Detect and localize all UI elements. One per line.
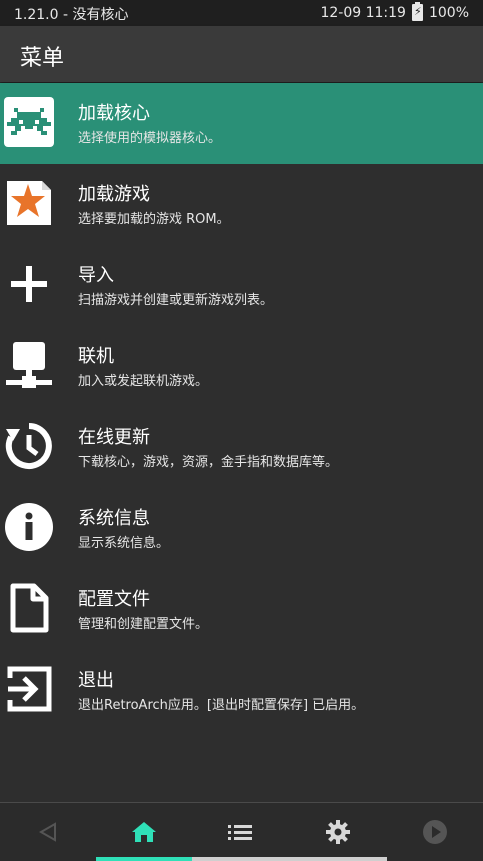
menu-item-description: 选择使用的模拟器核心。 (78, 131, 222, 146)
retroarch-invader-icon (4, 97, 54, 147)
page-title: 菜单 (20, 46, 65, 71)
title-bar: 菜单 (0, 26, 483, 82)
menu-item-description: 退出RetroArch应用。[退出时配置保存] 已启用。 (78, 698, 365, 713)
menu-item-online-updater[interactable]: 在线更新 下载核心，游戏，资源，金手指和数据库等。 (0, 407, 483, 488)
status-left-text: 1.21.0 - 没有核心 (14, 7, 129, 23)
battery-icon: ⚡ (411, 2, 423, 21)
back-button[interactable] (0, 803, 96, 861)
settings-tab[interactable] (290, 803, 386, 861)
play-button[interactable] (387, 803, 483, 861)
menu-item-label: 联机 (78, 346, 114, 367)
list-icon (228, 825, 252, 840)
battery-level: 100% (428, 4, 469, 21)
file-icon (10, 583, 49, 633)
menu-item-description: 扫描游戏并创建或更新游戏列表。 (78, 293, 274, 308)
menu-item-description: 显示系统信息。 (78, 536, 170, 551)
tab-indicator-track (192, 857, 387, 861)
active-tab-indicator (96, 857, 192, 861)
exit-icon (7, 666, 52, 712)
menu-item-label: 配置文件 (78, 589, 150, 610)
settings-icon (326, 820, 350, 844)
menu-item-description: 管理和创建配置文件。 (78, 617, 209, 632)
menu-item-import[interactable]: 导入 扫描游戏并创建或更新游戏列表。 (0, 245, 483, 326)
update-clock-icon (5, 423, 52, 469)
menu-item-netplay[interactable]: 联机 加入或发起联机游戏。 (0, 326, 483, 407)
network-icon (6, 342, 52, 388)
menu-item-system-info[interactable]: 系统信息 显示系统信息。 (0, 488, 483, 569)
status-bar: 1.21.0 - 没有核心 12-09 11:19 ⚡ 100% (0, 0, 483, 26)
home-tab[interactable] (96, 803, 192, 861)
menu-item-quit[interactable]: 退出 退出RetroArch应用。[退出时配置保存] 已启用。 (0, 650, 483, 731)
menu-item-label: 加载游戏 (78, 184, 150, 205)
info-icon (5, 503, 53, 551)
menu-item-description: 下载核心，游戏，资源，金手指和数据库等。 (78, 455, 339, 470)
main-menu: 加载核心 选择使用的模拟器核心。 加载游戏 选择要加载的游戏 ROM。 导入 扫… (0, 83, 483, 731)
back-icon (38, 822, 56, 842)
menu-item-label: 加载核心 (78, 103, 150, 124)
play-icon (423, 820, 447, 844)
menu-item-label: 系统信息 (78, 508, 150, 529)
list-tab[interactable] (192, 803, 288, 861)
menu-item-load-content[interactable]: 加载游戏 选择要加载的游戏 ROM。 (0, 164, 483, 245)
menu-item-load-core[interactable]: 加载核心 选择使用的模拟器核心。 (0, 83, 483, 164)
status-right: 12-09 11:19 ⚡ 100% (320, 2, 469, 21)
star-file-icon (7, 181, 51, 225)
menu-item-label: 退出 (78, 670, 114, 691)
home-icon (132, 822, 156, 842)
bottom-nav (0, 802, 483, 861)
menu-item-description: 加入或发起联机游戏。 (78, 374, 209, 389)
menu-item-description: 选择要加载的游戏 ROM。 (78, 212, 230, 227)
menu-item-label: 在线更新 (78, 427, 150, 448)
menu-item-config-file[interactable]: 配置文件 管理和创建配置文件。 (0, 569, 483, 650)
plus-icon (11, 266, 47, 302)
status-time: 12-09 11:19 (320, 4, 406, 21)
menu-item-label: 导入 (78, 265, 114, 286)
